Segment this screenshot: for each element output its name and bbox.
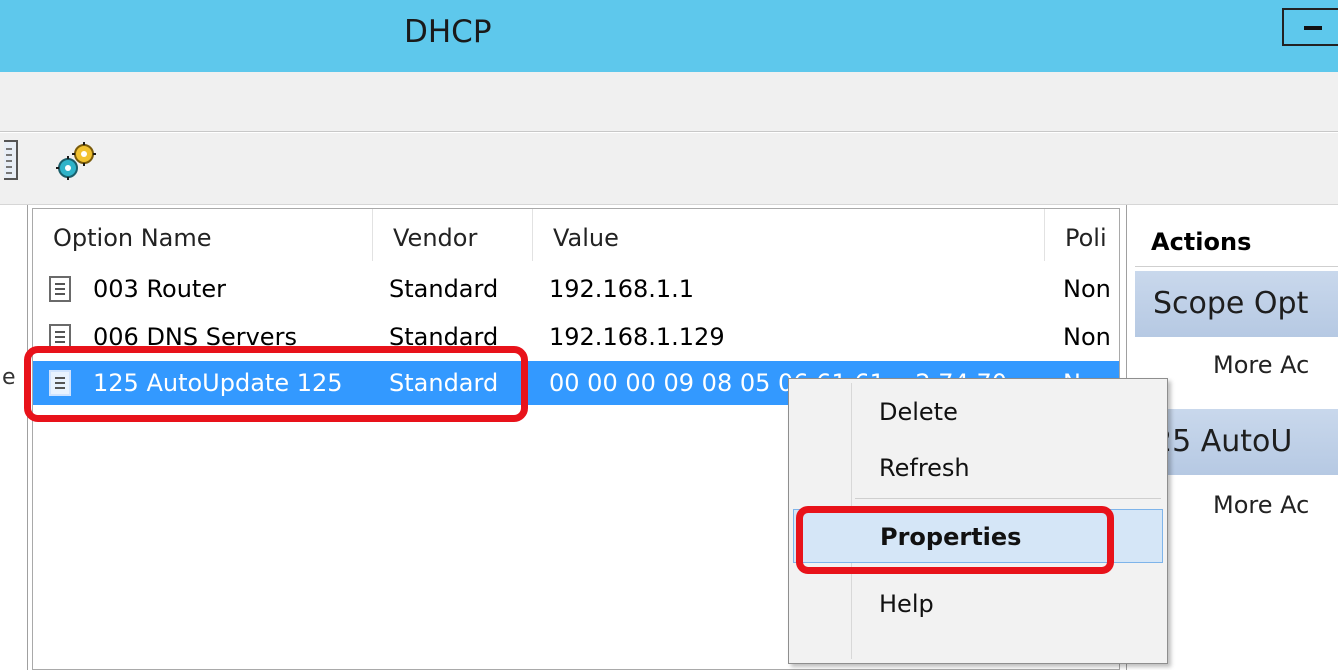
- option-vendor: Standard: [389, 369, 499, 397]
- option-name: 003 Router: [93, 275, 226, 303]
- option-document-icon: [49, 370, 71, 396]
- table-row[interactable]: 006 DNS Servers Standard 192.168.1.129 N…: [33, 315, 1119, 359]
- title-bar: DHCP: [0, 0, 1338, 72]
- table-row[interactable]: 003 Router Standard 192.168.1.1 Non: [33, 267, 1119, 311]
- tree-item-fragment[interactable]: e: [2, 365, 16, 390]
- actions-section-scope-options[interactable]: Scope Opt: [1135, 271, 1338, 337]
- toolbar: [0, 133, 1338, 205]
- actions-header: Actions: [1135, 209, 1338, 267]
- column-vendor[interactable]: Vendor: [373, 209, 533, 261]
- window-title: DHCP: [404, 14, 492, 50]
- option-value: 192.168.1.1: [549, 275, 695, 303]
- more-actions-link[interactable]: More Ac: [1213, 491, 1309, 519]
- option-name: 006 DNS Servers: [93, 323, 297, 351]
- menu-item-refresh[interactable]: Refresh: [793, 441, 1163, 495]
- column-policy[interactable]: Poli: [1045, 209, 1119, 261]
- option-policy: Non: [1063, 275, 1111, 303]
- option-vendor: Standard: [389, 275, 499, 303]
- menu-item-help[interactable]: Help: [793, 577, 1163, 631]
- scope-tree-pane[interactable]: e: [0, 205, 28, 670]
- menu-item-properties[interactable]: Properties: [793, 509, 1163, 563]
- list-header: Option Name Vendor Value Poli: [33, 209, 1119, 261]
- column-option-name[interactable]: Option Name: [33, 209, 373, 261]
- minimize-icon: [1304, 26, 1322, 30]
- option-value: 192.168.1.129: [549, 323, 725, 351]
- option-document-icon: [49, 276, 71, 302]
- option-document-icon: [49, 324, 71, 350]
- column-value[interactable]: Value: [533, 209, 1045, 261]
- option-name: 125 AutoUpdate 125: [93, 369, 343, 397]
- menu-bar: [0, 72, 1338, 132]
- context-menu: Delete Refresh Properties Help: [788, 378, 1168, 664]
- menu-separator: [855, 498, 1161, 499]
- option-vendor: Standard: [389, 323, 499, 351]
- list-view-icon[interactable]: [4, 140, 18, 180]
- minimize-button[interactable]: [1282, 8, 1338, 46]
- option-policy: Non: [1063, 323, 1111, 351]
- more-actions-link[interactable]: More Ac: [1213, 351, 1309, 379]
- options-gear-icon[interactable]: [52, 140, 100, 182]
- menu-item-delete[interactable]: Delete: [793, 385, 1163, 439]
